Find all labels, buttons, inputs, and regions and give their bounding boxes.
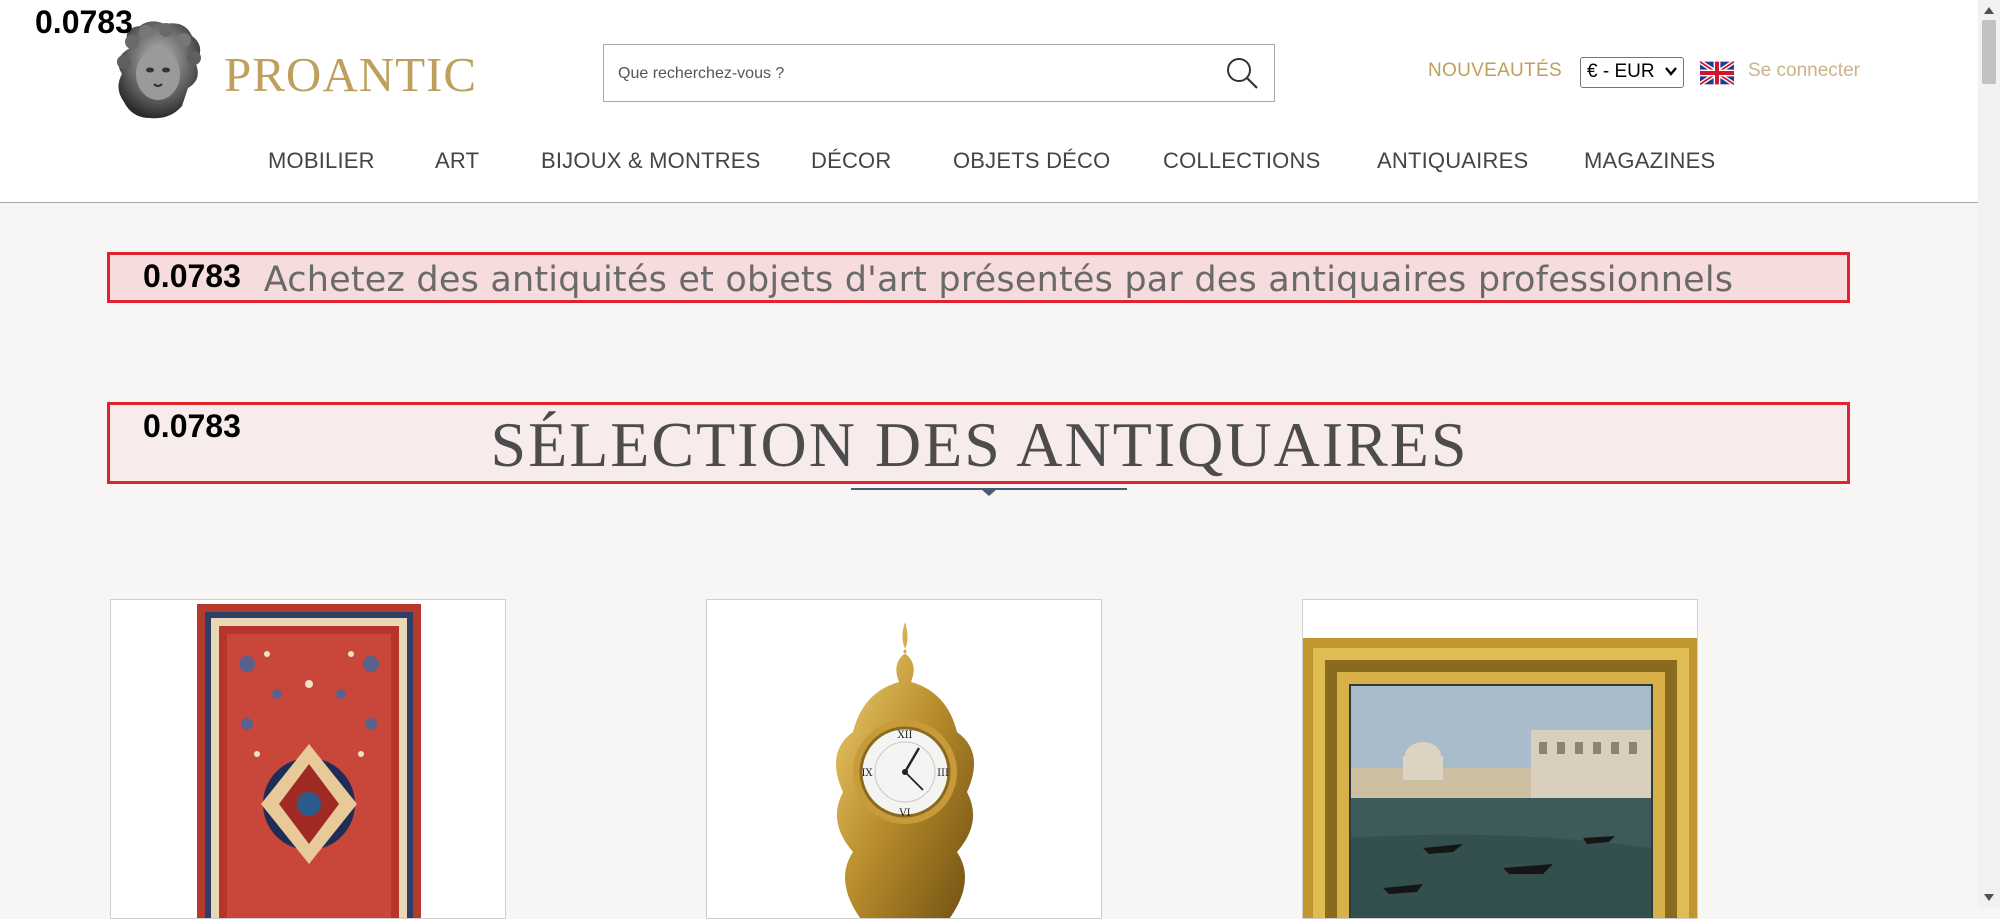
svg-text:VI: VI bbox=[898, 808, 910, 819]
svg-text:III: III bbox=[937, 768, 949, 779]
nouveautes-link[interactable]: NOUVEAUTÉS bbox=[1428, 60, 1562, 82]
site-header: PROANTIC NOUVEAUTÉS € - EUR Se connecter… bbox=[0, 0, 1978, 203]
nav-item-mobilier[interactable]: MOBILIER bbox=[268, 148, 375, 174]
nav-item-collections[interactable]: COLLECTIONS bbox=[1163, 148, 1320, 174]
nav-item-decor[interactable]: DÉCOR bbox=[811, 148, 891, 174]
chevron-down-icon bbox=[1665, 67, 1677, 76]
svg-text:IX: IX bbox=[861, 768, 873, 779]
venice-painting-image bbox=[1303, 638, 1697, 918]
score-label: 0.0783 bbox=[35, 4, 133, 40]
brand-name[interactable]: PROANTIC bbox=[224, 46, 477, 103]
search-input[interactable] bbox=[616, 45, 1200, 103]
search-bar bbox=[603, 44, 1275, 103]
uk-flag-icon[interactable] bbox=[1700, 61, 1734, 85]
nav-item-bijoux-montres[interactable]: BIJOUX & MONTRES bbox=[541, 148, 761, 174]
score-label: 0.0783 bbox=[143, 258, 241, 294]
product-card[interactable]: XII III VI IX bbox=[706, 599, 1102, 919]
currency-value: € - EUR bbox=[1587, 61, 1655, 82]
currency-select[interactable]: € - EUR bbox=[1580, 57, 1684, 88]
score-label: 0.0783 bbox=[143, 408, 241, 444]
page-scrollbar[interactable] bbox=[1978, 0, 2000, 908]
product-card[interactable] bbox=[1302, 599, 1698, 919]
nav-item-art[interactable]: ART bbox=[435, 148, 479, 174]
scroll-down-arrow-icon[interactable] bbox=[1984, 894, 1994, 902]
tagline-banner: Achetez des antiquités et objets d'art p… bbox=[107, 252, 1850, 303]
scroll-up-arrow-icon[interactable] bbox=[1984, 6, 1994, 14]
product-card[interactable] bbox=[110, 599, 506, 919]
nav-item-antiquaires[interactable]: ANTIQUAIRES bbox=[1377, 148, 1528, 174]
section-title: SÉLECTION DES ANTIQUAIRES bbox=[490, 409, 1469, 480]
svg-text:XII: XII bbox=[897, 730, 912, 741]
search-icon[interactable] bbox=[1224, 55, 1260, 91]
gilt-clock-image: XII III VI IX bbox=[836, 622, 974, 918]
main-nav: MOBILIER ART BIJOUX & MONTRES DÉCOR OBJE… bbox=[0, 148, 1978, 178]
nav-item-objets-deco[interactable]: OBJETS DÉCO bbox=[953, 148, 1110, 174]
scrollbar-thumb[interactable] bbox=[1982, 20, 1996, 84]
section-title-banner: SÉLECTION DES ANTIQUAIRES 0.0783 bbox=[107, 402, 1850, 484]
login-link[interactable]: Se connecter bbox=[1748, 60, 1860, 82]
nav-item-magazines[interactable]: MAGAZINES bbox=[1584, 148, 1715, 174]
title-underline-divider bbox=[851, 488, 1127, 496]
persian-rug-image bbox=[197, 604, 421, 918]
tagline-text: Achetez des antiquités et objets d'art p… bbox=[263, 260, 1734, 300]
